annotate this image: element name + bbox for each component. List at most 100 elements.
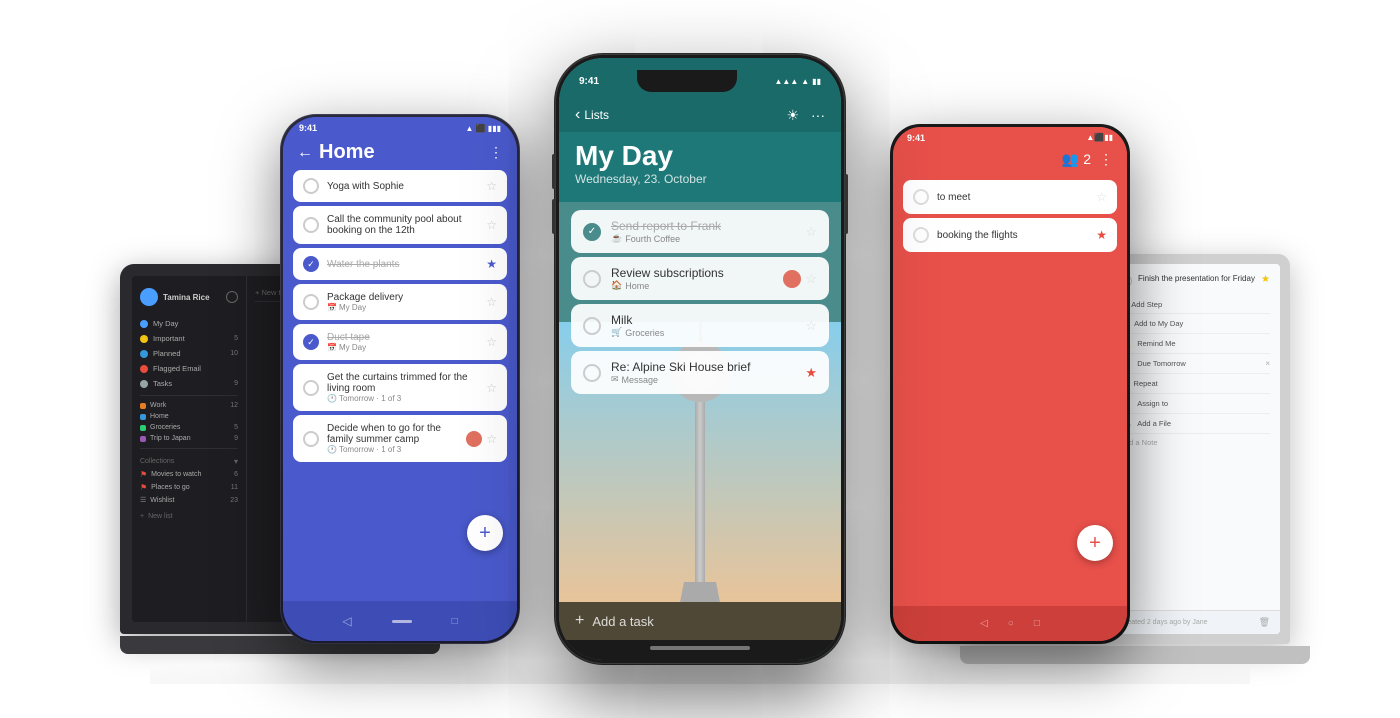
task-summer-camp[interactable]: Decide when to go for the family summer … <box>293 415 507 462</box>
task-circle[interactable] <box>583 270 601 288</box>
nav-my-day[interactable]: My Day <box>132 316 246 331</box>
task-circle[interactable] <box>583 317 601 335</box>
fab-button[interactable]: + <box>467 515 503 551</box>
back-button[interactable]: ← <box>297 144 313 162</box>
task-body: Review subscriptions 🏠Home <box>611 266 783 291</box>
iphone-tasks: Send report to Frank ☕Fourth Coffee ☆ Re… <box>559 202 841 602</box>
task-sub: ✉Message <box>611 374 805 385</box>
task-yoga[interactable]: Yoga with Sophie ☆ <box>293 170 507 202</box>
new-list-button[interactable]: + New list <box>132 510 246 523</box>
action-assign[interactable]: 👤 Assign to <box>1120 394 1270 414</box>
task-review-subscriptions[interactable]: Review subscriptions 🏠Home ☆ <box>571 257 829 300</box>
task-milk[interactable]: Milk 🛒Groceries ☆ <box>571 304 829 347</box>
action-repeat[interactable]: ↻ Repeat <box>1120 374 1270 394</box>
list-groceries[interactable]: Groceries 5 <box>132 422 246 433</box>
star-icon[interactable]: ☆ <box>486 335 497 349</box>
clear-icon[interactable]: × <box>1265 359 1270 368</box>
action-due-date[interactable]: 📅 Due Tomorrow × <box>1120 354 1270 374</box>
iphone-vol-up-button[interactable] <box>552 154 555 189</box>
collection-movies[interactable]: ⚑ Movies to watch 6 <box>132 468 246 481</box>
list-work[interactable]: Work 12 <box>132 400 246 411</box>
task-flights[interactable]: booking the flights ★ <box>903 218 1117 252</box>
android-right-fab-area: + <box>893 561 1127 606</box>
star-icon-red[interactable]: ★ <box>1096 228 1107 242</box>
star-icon[interactable]: ☆ <box>1096 190 1107 204</box>
fab-button[interactable]: + <box>1077 525 1113 561</box>
list-japan[interactable]: Trip to Japan 9 <box>132 433 246 444</box>
task-checkbox[interactable] <box>303 294 319 310</box>
sun-icon[interactable]: ☀ <box>786 107 799 124</box>
task-package[interactable]: Package delivery 📅My Day ☆ <box>293 284 507 320</box>
task-checkbox[interactable] <box>303 431 319 447</box>
task-checkbox-checked[interactable] <box>303 334 319 350</box>
star-icon[interactable]: ☆ <box>486 218 497 232</box>
star-icon[interactable]: ☆ <box>486 295 497 309</box>
wifi-icon: ▲ <box>801 77 809 86</box>
note-field[interactable]: Add a Note <box>1120 434 1270 451</box>
action-remind-me[interactable]: 🔔 Remind Me <box>1120 334 1270 354</box>
nav-home[interactable]: ○ <box>1008 618 1014 629</box>
task-checkbox[interactable] <box>303 178 319 194</box>
status-icons: ▲ ⬛ ▮▮▮ <box>465 124 501 133</box>
task-duct-tape[interactable]: Duct tape 📅My Day ☆ <box>293 324 507 360</box>
task-curtains[interactable]: Get the curtains trimmed for the living … <box>293 364 507 411</box>
task-checkbox[interactable] <box>303 217 319 233</box>
collection-wishlist[interactable]: ☰ Wishlist 23 <box>132 494 246 506</box>
star-icon-red[interactable]: ★ <box>805 365 817 381</box>
task-detail-footer: Created 2 days ago by Jane 🗑 <box>1110 610 1280 634</box>
iphone-bottom-bar[interactable]: + Add a task <box>559 602 841 640</box>
task-circle[interactable] <box>913 227 929 243</box>
task-circle[interactable] <box>913 189 929 205</box>
more-icon[interactable]: ⋮ <box>1099 151 1113 168</box>
nav-back[interactable]: ◁ <box>980 618 988 629</box>
delete-icon[interactable]: 🗑 <box>1259 617 1270 628</box>
star-icon[interactable]: ☆ <box>805 271 817 287</box>
nav-recents[interactable]: □ <box>1034 618 1040 629</box>
task-plants[interactable]: Water the plants ★ <box>293 248 507 280</box>
android-left-body: 9:41 ▲ ⬛ ▮▮▮ ← Home ⋮ Yoga with Sophie <box>280 114 520 644</box>
collection-places[interactable]: ⚑ Places to go 11 <box>132 481 246 494</box>
star-icon[interactable]: ☆ <box>486 432 497 446</box>
action-add-step[interactable]: + Add Step <box>1120 295 1270 314</box>
task-send-report[interactable]: Send report to Frank ☕Fourth Coffee ☆ <box>571 210 829 253</box>
task-checkbox[interactable] <box>303 380 319 396</box>
task-title-row: Finish the presentation for Friday ★ <box>1120 274 1270 287</box>
header-icons: ☀ ··· <box>786 107 825 124</box>
nav-flagged[interactable]: Flagged Email <box>132 361 246 376</box>
nav-back[interactable]: ◁ <box>342 614 351 628</box>
nav-tasks[interactable]: Tasks 9 <box>132 376 246 391</box>
iphone-power-button[interactable] <box>845 174 848 234</box>
task-title: Milk <box>611 313 805 327</box>
home-bar <box>650 646 750 650</box>
search-icon[interactable] <box>226 291 238 303</box>
nav-important[interactable]: Important 5 <box>132 331 246 346</box>
action-add-file[interactable]: 📎 Add a File <box>1120 414 1270 434</box>
nav-planned[interactable]: Planned 10 <box>132 346 246 361</box>
star-icon[interactable]: ☆ <box>486 179 497 193</box>
nav-recents[interactable]: □ <box>452 616 458 627</box>
people-icon[interactable]: 👥 2 <box>1062 151 1091 168</box>
task-circle[interactable] <box>583 364 601 382</box>
star-icon-filled[interactable]: ★ <box>486 257 497 271</box>
task-circle-done[interactable] <box>583 223 601 241</box>
iphone-vol-down-button[interactable] <box>552 199 555 234</box>
action-add-myday[interactable]: ☀ Add to My Day <box>1120 314 1270 334</box>
back-button[interactable]: ‹ <box>575 106 580 124</box>
task-pool[interactable]: Call the community pool about booking on… <box>293 206 507 244</box>
task-to-meet[interactable]: to meet ☆ <box>903 180 1117 214</box>
more-button[interactable]: ⋮ <box>489 144 503 161</box>
task-body: Send report to Frank ☕Fourth Coffee <box>611 219 805 244</box>
list-home[interactable]: Home <box>132 411 246 422</box>
more-icon[interactable]: ··· <box>811 107 825 124</box>
star-icon[interactable]: ☆ <box>805 318 817 334</box>
iphone-header: ‹ Lists ☀ ··· <box>559 98 841 132</box>
star-icon[interactable]: ☆ <box>486 381 497 395</box>
avatar <box>140 288 158 306</box>
star-icon[interactable]: ☆ <box>805 224 817 240</box>
iphone-title-area: My Day Wednesday, 23. October <box>559 132 841 202</box>
task-alpine-ski[interactable]: Re: Alpine Ski House brief ✉Message ★ <box>571 351 829 394</box>
task-checkbox-checked[interactable] <box>303 256 319 272</box>
nav-home[interactable] <box>392 620 412 623</box>
star-icon-filled[interactable]: ★ <box>1261 274 1270 285</box>
android-left-status-bar: 9:41 ▲ ⬛ ▮▮▮ <box>283 117 517 135</box>
